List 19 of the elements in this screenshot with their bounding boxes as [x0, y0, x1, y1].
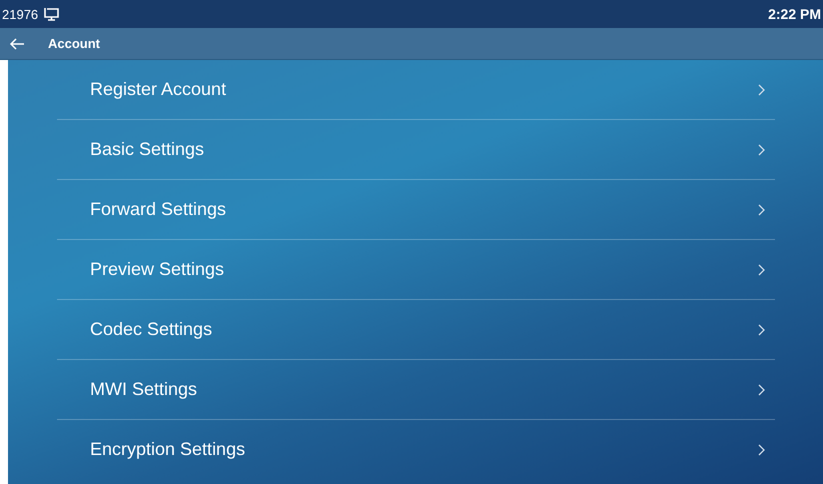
menu-item[interactable]: Register Account — [57, 60, 775, 120]
page-title: Account — [48, 36, 100, 51]
chevron-icon — [758, 204, 765, 216]
desktop-icon — [43, 7, 60, 21]
menu-item[interactable]: Preview Settings — [57, 240, 775, 300]
menu-item[interactable]: Basic Settings — [57, 120, 775, 180]
menu-item[interactable]: Encryption Settings — [57, 420, 775, 479]
menu-item[interactable]: MWI Settings — [57, 360, 775, 420]
chevron-icon — [758, 444, 765, 456]
chevron-icon — [758, 324, 765, 336]
extension-number: 21976 — [2, 6, 38, 22]
chevron-icon — [758, 384, 765, 396]
chevron-icon — [758, 264, 765, 276]
clock-time: 2:22 PM — [768, 6, 821, 22]
menu-item[interactable]: Codec Settings — [57, 300, 775, 360]
menu-item[interactable]: Forward Settings — [57, 180, 775, 240]
back-arrow-icon[interactable] — [9, 38, 25, 50]
chevron-icon — [758, 144, 765, 156]
chevron-icon — [758, 84, 765, 96]
